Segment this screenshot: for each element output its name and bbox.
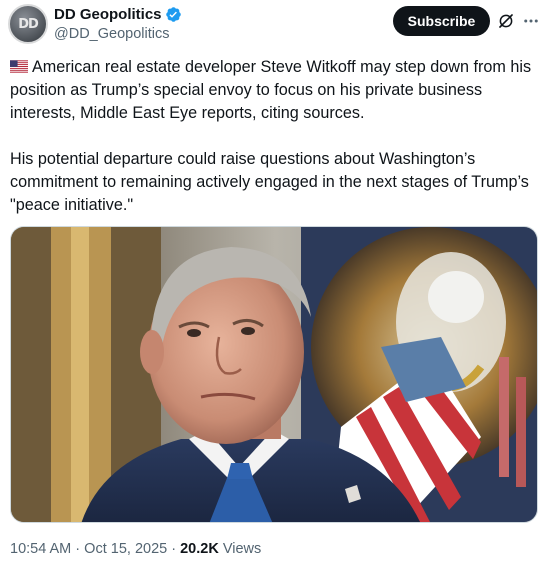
us-flag-icon	[10, 60, 28, 73]
avatar[interactable]: DD	[8, 4, 48, 44]
photo-scene	[11, 227, 537, 522]
more-icon[interactable]	[522, 12, 540, 30]
tweet-paragraph-1-text: American real estate developer Steve Wit…	[10, 58, 532, 122]
subscribe-button[interactable]: Subscribe	[393, 6, 490, 36]
tweet-time[interactable]: 10:54 AM	[10, 541, 71, 557]
verified-badge-icon	[165, 7, 181, 22]
author-name[interactable]: DD Geopolitics	[54, 6, 162, 23]
views-label: Views	[222, 541, 262, 557]
tweet-paragraph-2: His potential departure could raise ques…	[10, 150, 529, 214]
author-handle[interactable]: @DD_Geopolitics	[54, 26, 169, 42]
grok-icon[interactable]	[497, 12, 515, 30]
meta-separator-2: ·	[171, 541, 177, 557]
tweet-photo[interactable]	[10, 226, 538, 523]
tweet-date[interactable]: Oct 15, 2025	[84, 541, 167, 557]
tweet-meta: 10:54 AM · Oct 15, 2025 · 20.2K Views	[10, 541, 261, 557]
author-name-row[interactable]: DD Geopolitics	[54, 6, 182, 23]
tweet-paragraph-1: American real estate developer Steve Wit…	[10, 56, 540, 125]
meta-separator: ·	[75, 541, 81, 557]
views-count: 20.2K	[180, 541, 219, 557]
avatar-logo-text: DD	[18, 16, 39, 32]
tweet-text: American real estate developer Steve Wit…	[10, 56, 540, 217]
